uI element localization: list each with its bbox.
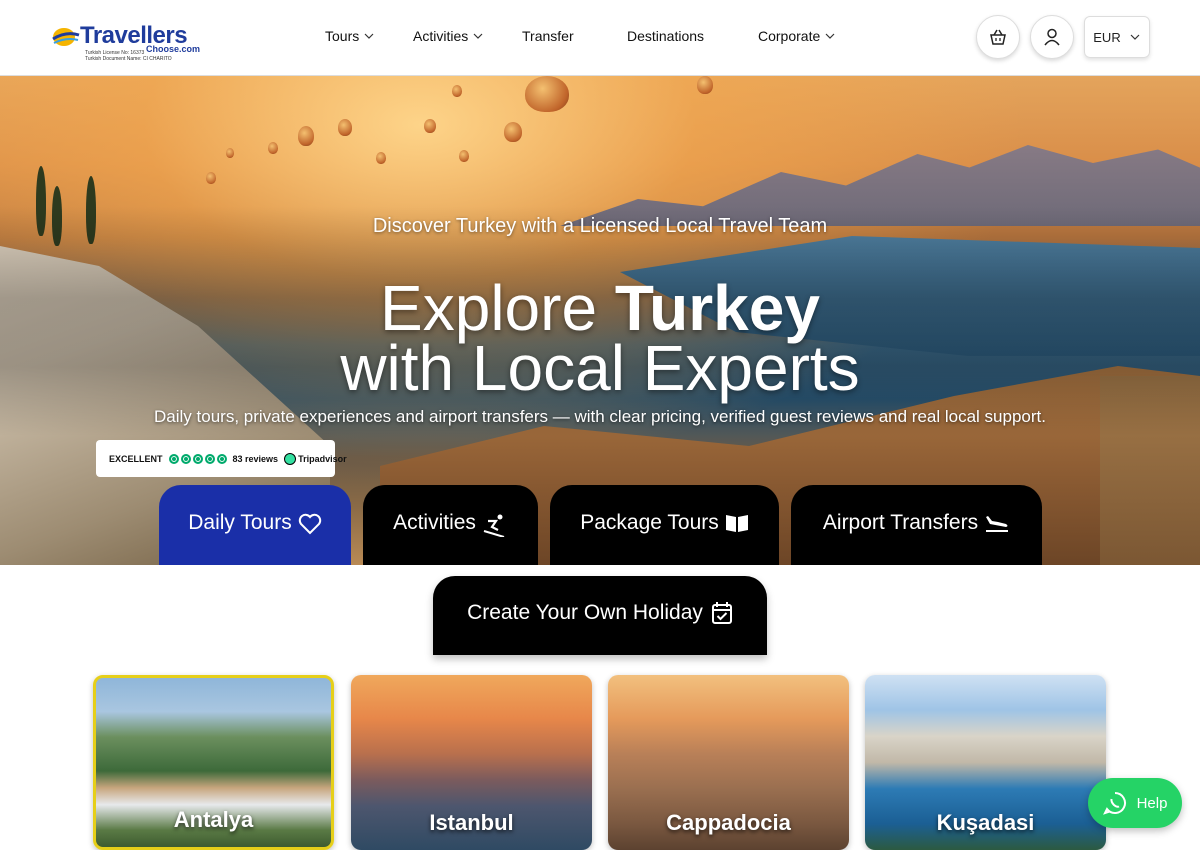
chevron-down-icon — [473, 33, 483, 39]
tab-daily-tours[interactable]: Daily Tours — [159, 485, 351, 565]
tab-activities[interactable]: Activities — [363, 485, 538, 565]
nav-label: Transfer — [522, 28, 574, 44]
review-count: 83 reviews — [232, 453, 279, 464]
user-icon — [1044, 28, 1060, 46]
site-header: Travellers Choose.com Turkish License No… — [0, 0, 1200, 76]
hero-banner: Discover Turkey with a Licensed Local Tr… — [0, 76, 1200, 565]
tripadvisor-logo: Tripadvisor — [284, 452, 347, 465]
destination-label: Istanbul — [429, 810, 514, 835]
tab-label: Activities — [393, 511, 476, 534]
nav-item-destinations[interactable]: Destinations — [627, 28, 704, 44]
nav-item-corporate[interactable]: Corporate — [758, 28, 836, 44]
book-open-icon — [725, 515, 748, 532]
destination-label: Kuşadasi — [936, 810, 1035, 835]
hero-image-balloon — [206, 172, 216, 184]
destination-label: Antalya — [173, 807, 254, 832]
currency-value: EUR — [1093, 29, 1121, 45]
tab-label: Airport Transfers — [822, 511, 979, 534]
destination-label: Cappadocia — [666, 810, 791, 835]
tripadvisor-brand: Tripadvisor — [298, 453, 347, 464]
rating-bubble-icon — [192, 453, 203, 464]
tab-airport-transfers[interactable]: Airport Transfers — [791, 485, 1042, 565]
rating-bubble-icon — [204, 453, 215, 464]
tab-package-tours[interactable]: Package Tours — [550, 485, 779, 565]
hero-kicker: Discover Turkey with a Licensed Local Tr… — [372, 215, 828, 237]
hero-subtitle: Daily tours, private experiences and air… — [154, 407, 1046, 426]
destination-card-cappadocia[interactable]: Cappadocia — [608, 675, 849, 850]
whatsapp-icon — [1102, 792, 1126, 815]
nav-item-transfer[interactable]: Transfer — [522, 28, 574, 44]
account-button[interactable] — [1030, 15, 1074, 59]
rating-bubbles — [168, 453, 227, 464]
destination-card-istanbul[interactable]: Istanbul — [351, 675, 592, 850]
tab-label: Daily Tours — [188, 511, 292, 534]
nav-item-tours[interactable]: Tours — [325, 28, 375, 44]
hero-image-balloon — [226, 148, 234, 158]
hero-title-line2: with Local Experts — [340, 332, 860, 404]
rating-word: EXCELLENT — [109, 453, 163, 464]
license-info: Turkish License No: 16373 Turkish Docume… — [85, 50, 172, 62]
logo-mark-icon — [52, 28, 80, 46]
plane-landing-icon — [986, 516, 1009, 532]
create-holiday-button[interactable]: Create Your Own Holiday — [433, 576, 767, 655]
cart-button[interactable] — [976, 15, 1020, 59]
nav-item-activities[interactable]: Activities — [413, 28, 484, 44]
create-holiday-label: Create Your Own Holiday — [467, 601, 703, 624]
chevron-down-icon — [1130, 34, 1140, 40]
license-line: Turkish Document Name: CI CHARITO — [85, 56, 172, 62]
chevron-down-icon — [825, 33, 835, 39]
nav-label: Destinations — [627, 28, 705, 44]
calendar-check-icon — [711, 602, 732, 624]
hero-image-balloon — [424, 119, 436, 133]
nav-label: Activities — [413, 28, 469, 44]
destination-card-kusadasi[interactable]: Kuşadasi — [865, 675, 1106, 850]
hero-image-balloon — [268, 142, 278, 154]
hero-image-balloon — [452, 85, 462, 97]
hero-image-balloon — [504, 122, 522, 142]
rating-bubble-icon — [168, 453, 179, 464]
hero-title: Explore Turkey with Local Experts — [0, 276, 1200, 400]
tab-label: Package Tours — [580, 511, 719, 534]
tripadvisor-badge[interactable]: EXCELLENT 83 reviews Tripadvisor — [96, 440, 347, 477]
basket-icon — [990, 29, 1006, 45]
nav-label: Tours — [325, 28, 360, 44]
tripadvisor-owl-icon — [284, 452, 297, 465]
chevron-down-icon — [364, 33, 374, 39]
nav-label: Corporate — [758, 28, 821, 44]
rating-bubble-icon — [216, 453, 227, 464]
skiing-icon — [483, 514, 505, 537]
destination-card-antalya[interactable]: Antalya — [93, 675, 334, 850]
help-button[interactable]: Help — [1088, 778, 1182, 828]
help-label: Help — [1136, 794, 1168, 812]
hero-image-balloon — [376, 152, 386, 164]
hero-image-balloon — [697, 76, 713, 94]
hero-image-balloon — [459, 150, 469, 162]
hero-image-balloon — [298, 126, 314, 146]
hero-image-balloon — [338, 119, 352, 136]
currency-select[interactable]: EUR — [1084, 16, 1150, 58]
heart-icon — [298, 513, 321, 535]
rating-bubble-icon — [180, 453, 191, 464]
site-logo[interactable]: Travellers Choose.com Turkish License No… — [50, 22, 210, 62]
hero-image-balloon — [525, 76, 569, 112]
